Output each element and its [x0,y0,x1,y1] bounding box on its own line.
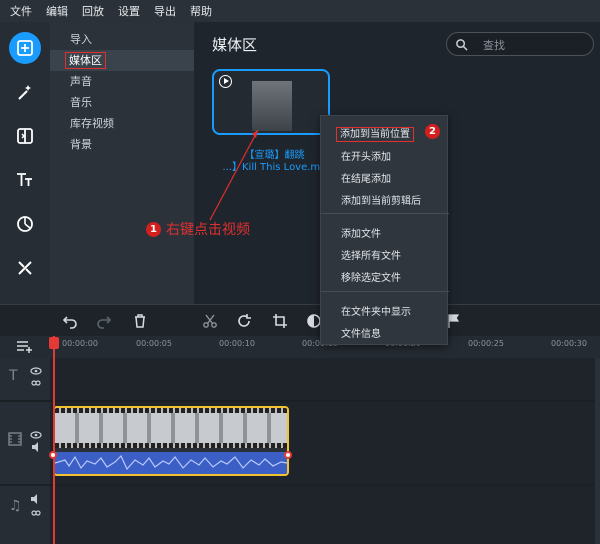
menubar: 文件 编辑 回放 设置 导出 帮助 [0,0,600,22]
tools-icon [18,261,32,275]
playhead-line[interactable] [53,336,55,544]
menu-playback[interactable]: 回放 [82,3,104,19]
ruler-label: 00:00:25 [468,339,504,348]
menu-file[interactable]: 文件 [10,3,32,19]
menu-edit[interactable]: 编辑 [46,3,68,19]
menu-add-at-current-position[interactable]: 添加到当前位置 [336,125,414,142]
media-category-list: 导入 媒体区 声音 音乐 库存视频 背景 [50,22,194,304]
timeline-toolbar [0,304,600,336]
menu-settings[interactable]: 设置 [118,3,140,19]
undo-icon[interactable] [62,313,78,329]
rotate-icon[interactable] [236,313,252,329]
menu-show-in-folder[interactable]: 在文件夹中显示 [341,303,411,318]
category-music[interactable]: 音乐 [50,92,194,113]
step-badge-1: 1 [146,221,161,237]
text-icon [17,173,32,186]
stickers-tool-button[interactable] [9,208,41,240]
ruler-label: 00:00:10 [219,339,255,348]
menu-add-after-current-clip[interactable]: 添加到当前剪辑后 [341,192,421,207]
menu-export[interactable]: 导出 [154,3,176,19]
music-note-icon: ♫ [9,498,22,514]
visibility-eye-icon[interactable] [30,366,42,390]
category-stock-video[interactable]: 库存视频 [50,113,194,134]
marker-flag-icon[interactable] [446,313,462,329]
context-menu: 添加到当前位置 在开头添加 在结尾添加 添加到当前剪辑后 添加文件 选择所有文件… [320,115,449,345]
clip-volume-handle-left[interactable] [49,451,57,459]
import-tool-button[interactable] [9,32,41,64]
transitions-tool-button[interactable] [9,120,41,152]
redo-icon[interactable] [96,313,112,329]
crop-icon[interactable] [272,313,288,329]
category-import[interactable]: 导入 [50,29,194,50]
audio-waveform [55,452,287,474]
timeline-video-clip[interactable] [53,406,289,476]
menu-add-files[interactable]: 添加文件 [341,225,381,240]
video-track-header [0,402,50,484]
menu-help[interactable]: 帮助 [190,3,212,19]
audio-track-header: ♫ [0,486,50,544]
clip-volume-handle-right[interactable] [284,451,292,459]
tool-rail [0,22,50,304]
timeline-scrollbar[interactable] [595,358,600,544]
ruler-label: 00:00:00 [62,339,98,348]
video-frames-strip [55,408,287,448]
menu-remove-selected-files[interactable]: 移除选定文件 [341,269,401,284]
search-input[interactable]: 查找 [446,32,594,56]
visibility-eye-icon[interactable] [30,430,42,454]
text-track-lane[interactable] [50,358,600,400]
more-tools-button[interactable] [9,252,41,284]
text-track-icon: T [9,368,18,384]
film-strip-icon [8,432,22,446]
annotation-arrow [209,129,259,221]
text-track-header: T [0,358,50,400]
cut-icon[interactable] [202,313,218,329]
volume-icon[interactable] [30,494,42,520]
ruler-label: 00:00:30 [551,339,587,348]
menu-select-all-files[interactable]: 选择所有文件 [341,247,401,262]
add-media-icon [17,40,33,56]
video-editor-window: 文件 编辑 回放 设置 导出 帮助 导入 媒体区 声音 音乐 库存视频 背景 媒… [0,0,600,544]
clock-icon [17,216,33,232]
add-track-icon[interactable] [16,339,34,353]
category-sounds[interactable]: 声音 [50,71,194,92]
magic-wand-icon [18,85,31,100]
timeline-ruler[interactable]: 00:00:00 00:00:05 00:00:10 00:00:15 00:0… [0,336,600,358]
panel-title: 媒体区 [212,36,258,54]
step-badge-2: 2 [425,124,440,139]
menu-divider [321,291,449,292]
menu-add-at-end[interactable]: 在结尾添加 [341,170,391,185]
ruler-label: 00:00:05 [136,339,172,348]
menu-add-at-start[interactable]: 在开头添加 [341,148,391,163]
effects-tool-button[interactable] [9,76,41,108]
category-media-bin[interactable]: 媒体区 [50,50,194,71]
menu-file-info[interactable]: 文件信息 [341,325,381,340]
category-backgrounds[interactable]: 背景 [50,134,194,155]
search-icon [456,39,468,51]
playhead-handle[interactable] [49,337,59,349]
delete-icon[interactable] [132,313,148,329]
menu-divider [321,213,449,214]
transition-icon [17,128,33,144]
audio-track-lane[interactable] [50,486,600,544]
play-icon[interactable] [219,75,232,88]
titles-tool-button[interactable] [9,164,41,196]
